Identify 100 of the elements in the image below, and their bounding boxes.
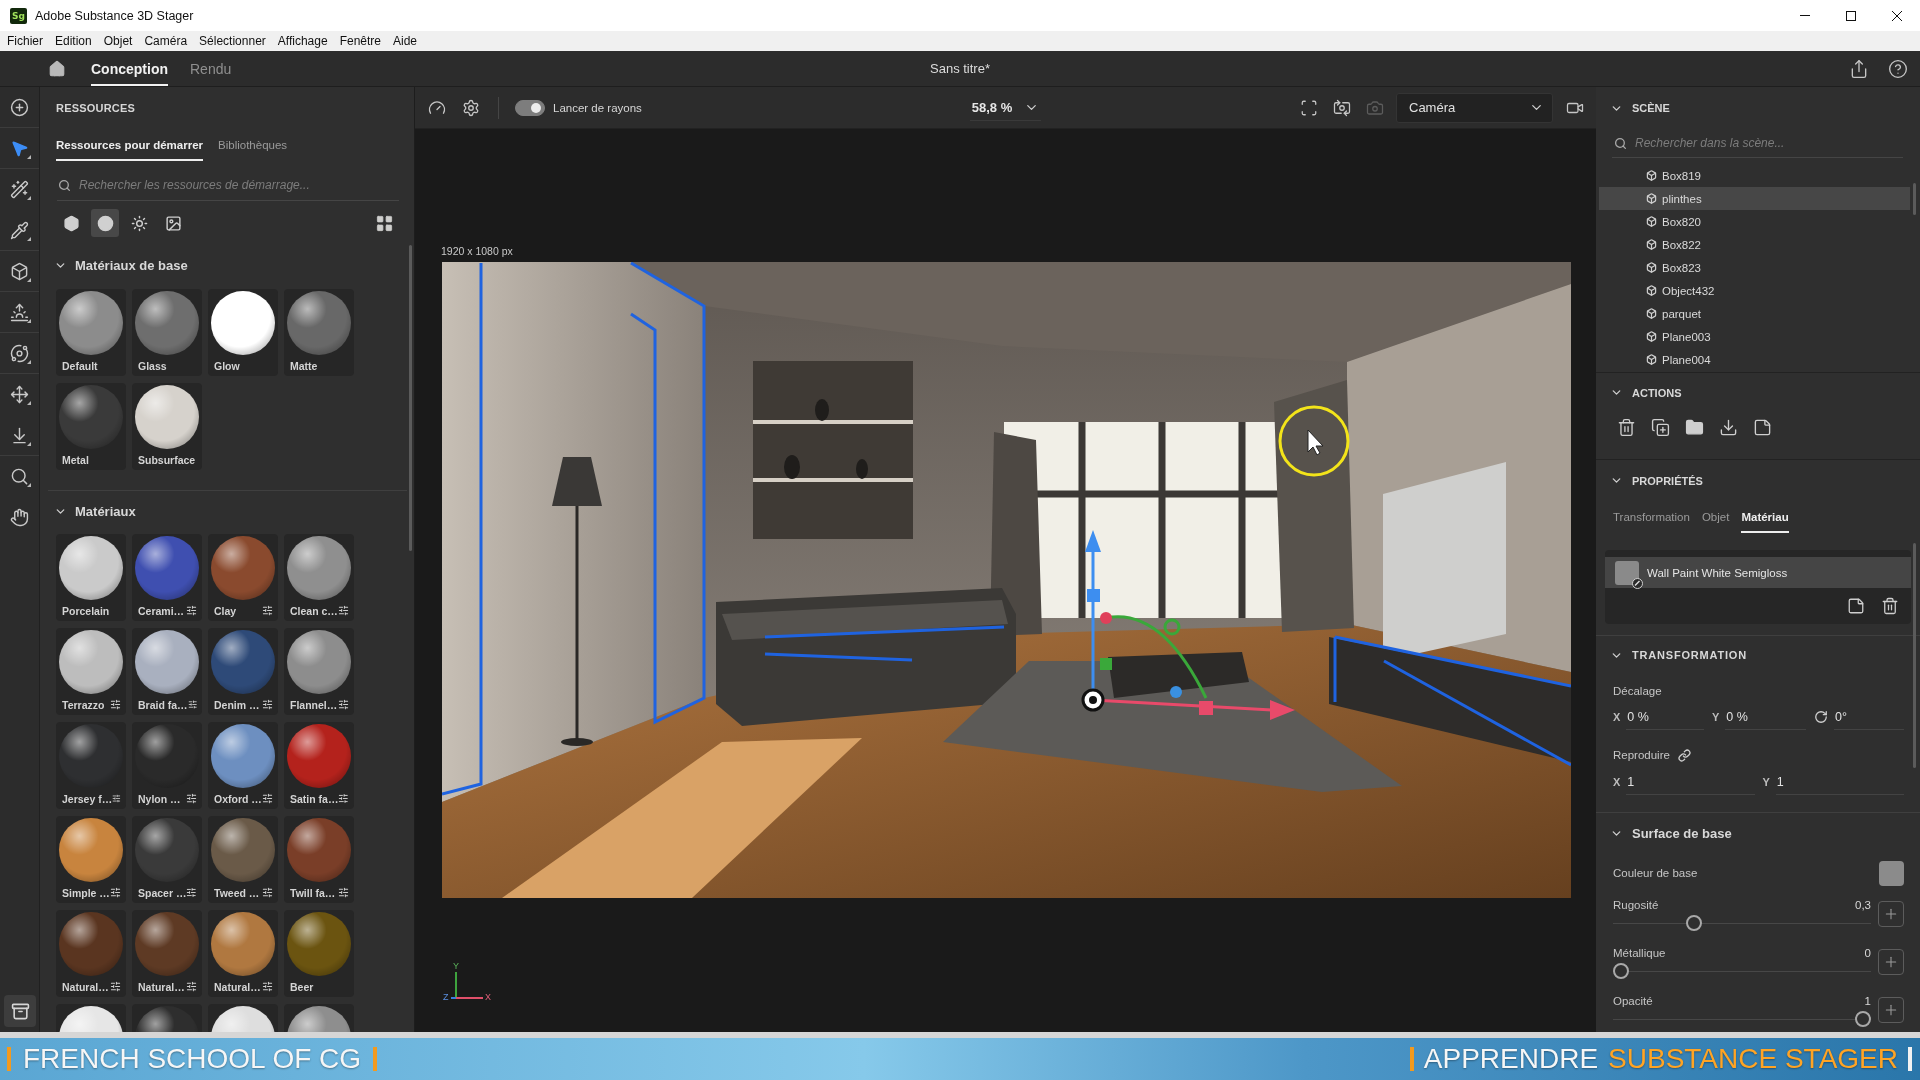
number-field[interactable]: 0 % (1626, 704, 1704, 730)
scene-item[interactable]: Plane004 (1599, 348, 1910, 371)
menu-item[interactable]: Edition (49, 31, 98, 51)
tab[interactable]: Matériau (1741, 501, 1789, 533)
material-tile[interactable]: Metal (56, 383, 126, 470)
toggle-label: Lancer de rayons (553, 101, 642, 114)
material-tile[interactable]: Glass (132, 289, 202, 376)
scene-item[interactable]: Box823 (1599, 256, 1910, 279)
material-tile[interactable]: Natural… (132, 910, 202, 997)
scene-item[interactable]: parquet (1599, 302, 1910, 325)
sliders-icon[interactable] (112, 793, 121, 804)
material-tile[interactable]: Matte (284, 289, 354, 376)
sliders-icon[interactable] (338, 605, 349, 616)
material-tile[interactable]: Braid fa… (132, 628, 202, 715)
menu-item[interactable]: Fenêtre (333, 31, 387, 51)
switch-camera-button[interactable] (1333, 98, 1351, 117)
tab[interactable]: Bibliothèques (218, 129, 288, 161)
material-tile[interactable]: Glow (208, 289, 278, 376)
material-tile[interactable]: Default (56, 289, 126, 376)
material-tile[interactable]: Denim … (208, 628, 278, 715)
sliders-icon[interactable] (338, 887, 349, 898)
scrollbar-thumb[interactable] (1913, 183, 1916, 215)
add-button[interactable] (1878, 997, 1904, 1023)
number-field[interactable]: 1 (1626, 769, 1755, 795)
tab[interactable]: Transformation (1613, 501, 1690, 533)
download-icon (1718, 417, 1738, 437)
toggle-switch[interactable] (515, 99, 545, 116)
home-button[interactable] (47, 58, 67, 79)
link-icon[interactable] (1677, 748, 1691, 762)
sliders-icon[interactable] (186, 793, 197, 804)
menu-item[interactable]: Sélectionner (193, 31, 272, 51)
material-tile[interactable]: Twill fa… (284, 816, 354, 903)
menu-item[interactable]: Aide (387, 31, 424, 51)
scene-item[interactable]: Box819 (1599, 164, 1910, 187)
category-button[interactable] (91, 209, 119, 237)
material-tile[interactable]: Tweed … (208, 816, 278, 903)
sliders-icon[interactable] (186, 887, 197, 898)
add-button[interactable] (1878, 901, 1904, 927)
material-tile[interactable]: Natural… (208, 910, 278, 997)
sliders-icon[interactable] (110, 981, 121, 992)
scrollbar-thumb[interactable] (409, 245, 412, 551)
add-button[interactable] (1878, 949, 1904, 975)
slider-thumb[interactable] (1855, 1011, 1871, 1027)
material-row[interactable]: Wall Paint White Semigloss (1605, 557, 1911, 588)
number-field[interactable]: 1 (1775, 769, 1904, 795)
sliders-icon[interactable] (262, 981, 273, 992)
slider-thumb[interactable] (1613, 963, 1629, 979)
material-tile[interactable]: Nylon … (132, 722, 202, 809)
material-tile[interactable]: Satin fa… (284, 722, 354, 809)
scene-item[interactable]: plinthes (1599, 187, 1910, 210)
camera-dropdown[interactable]: Caméra (1396, 92, 1553, 123)
help-button[interactable] (1888, 58, 1908, 79)
material-tile[interactable]: Clean c… (284, 534, 354, 621)
sliders-icon[interactable] (262, 699, 273, 710)
material-tile[interactable]: Oxford … (208, 722, 278, 809)
material-tile[interactable]: Subsurface (132, 383, 202, 470)
slider-thumb[interactable] (1685, 915, 1702, 931)
sliders-icon[interactable] (110, 699, 121, 710)
tab[interactable]: Ressources pour démarrer (56, 129, 203, 161)
sliders-icon[interactable] (338, 793, 349, 804)
zoom-dropdown[interactable]: 58,8 % (969, 94, 1042, 121)
color-swatch[interactable] (1879, 860, 1904, 886)
sliders-icon[interactable] (187, 699, 197, 710)
gauge-button[interactable] (428, 98, 446, 117)
material-tile[interactable]: Flannel… (284, 628, 354, 715)
menu-item[interactable]: Objet (97, 31, 139, 51)
material-tile[interactable]: Clay (208, 534, 278, 621)
scrollbar-thumb[interactable] (1913, 543, 1916, 768)
workspace-tab[interactable]: Rendu (190, 51, 232, 86)
render-settings-button[interactable] (462, 98, 480, 117)
sliders-icon[interactable] (186, 981, 197, 992)
help-icon (1888, 58, 1908, 79)
archive-button[interactable] (4, 995, 36, 1027)
menu-item[interactable]: Fichier (1, 31, 49, 51)
menu-item[interactable]: Affichage (271, 31, 334, 51)
number-field[interactable]: 0 % (1725, 704, 1806, 730)
scene-item[interactable]: Box822 (1599, 233, 1910, 256)
frame-camera-button[interactable] (1300, 98, 1318, 117)
sliders-icon[interactable] (262, 605, 273, 616)
scene-item[interactable]: Object432 (1599, 279, 1910, 302)
menu-item[interactable]: Caméra (138, 31, 194, 51)
share-button[interactable] (1849, 58, 1869, 79)
sliders-icon[interactable] (186, 605, 197, 616)
sliders-icon[interactable] (262, 887, 273, 898)
sliders-icon[interactable] (338, 699, 349, 710)
material-tile[interactable]: Beer (284, 910, 354, 997)
tab[interactable]: Objet (1701, 501, 1730, 533)
scene-item[interactable]: Plane003 (1599, 325, 1910, 348)
sliders-icon[interactable] (110, 887, 121, 898)
material-tile[interactable]: Jersey f… (56, 722, 126, 809)
material-tile[interactable]: Terrazzo (56, 628, 126, 715)
material-tile[interactable]: Simple … (56, 816, 126, 903)
sliders-icon[interactable] (262, 793, 273, 804)
number-field[interactable]: 0° (1834, 704, 1904, 730)
material-tile[interactable]: Porcelain (56, 534, 126, 621)
material-tile[interactable]: Natural… (56, 910, 126, 997)
material-tile[interactable]: Cerami… (132, 534, 202, 621)
material-tile[interactable]: Spacer … (132, 816, 202, 903)
scene-item[interactable]: Box820 (1599, 210, 1910, 233)
grid-view-button[interactable] (375, 213, 394, 233)
